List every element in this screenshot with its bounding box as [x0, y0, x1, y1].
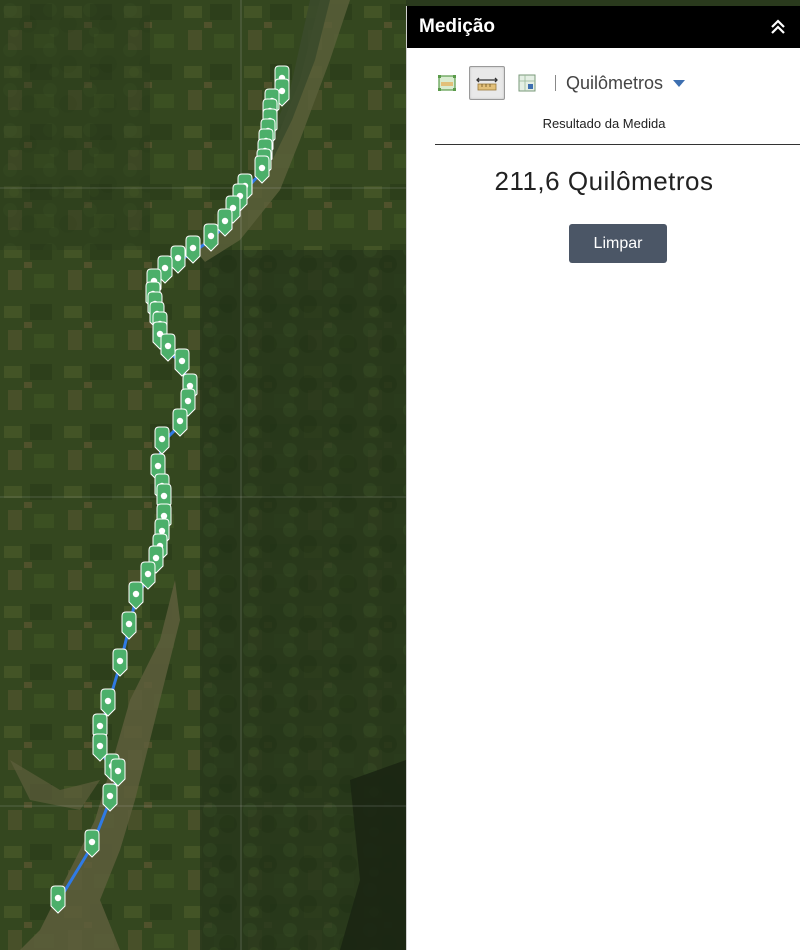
result-label: Resultado da Medida [542, 116, 666, 131]
panel-header: Medição [407, 6, 800, 48]
toolbar-separator [555, 75, 556, 91]
caret-down-icon [673, 79, 686, 87]
result-divider [435, 144, 800, 145]
distance-tool-button[interactable] [469, 66, 505, 100]
map-forest-area [0, 0, 150, 250]
area-tool-button[interactable] [429, 66, 465, 100]
location-tool-button[interactable] [509, 66, 545, 100]
area-measure-icon [438, 75, 456, 91]
location-measure-icon [518, 74, 536, 92]
double-chevron-up-icon[interactable] [769, 18, 787, 36]
unit-dropdown[interactable]: Quilômetros [566, 72, 686, 94]
measure-toolbar: Quilômetros [429, 66, 686, 100]
distance-measure-icon [476, 77, 498, 91]
clear-button[interactable]: Limpar [569, 224, 667, 263]
satellite-map[interactable] [0, 0, 406, 950]
measurement-panel: Medição Quilômetros Resultado da Medida … [406, 6, 800, 950]
unit-dropdown-label: Quilômetros [566, 72, 664, 93]
panel-title: Medição [419, 16, 496, 37]
map-canvas[interactable] [0, 0, 406, 950]
result-value: 211,6 Quilômetros [494, 166, 714, 196]
